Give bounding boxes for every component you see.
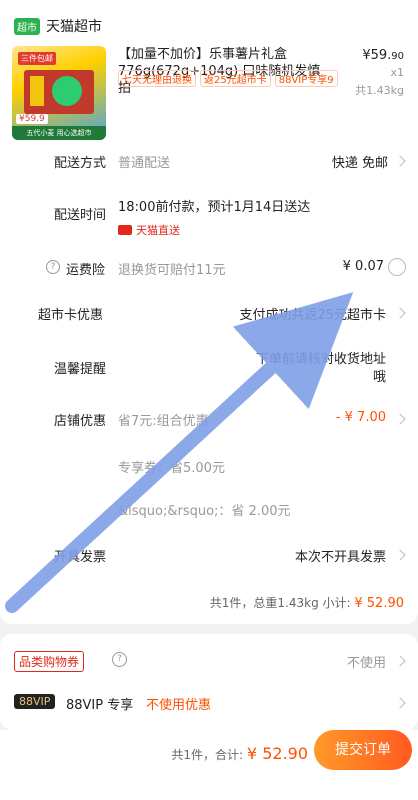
delivery-method-value[interactable]: 快递 免邮 — [332, 152, 388, 171]
thumb-slogan: 五代小麦 用心选超市 — [12, 126, 106, 140]
product-tags: 七天无理由退换 返25元超市卡 88VIP专享9 — [118, 70, 338, 87]
benefits-card — [0, 634, 418, 730]
help-icon[interactable]: ? — [46, 260, 60, 274]
shop-discount-sub2: &lsquo;&rsquo;：省 2.00元 — [118, 504, 291, 519]
product-price: ¥59.90 — [362, 48, 404, 63]
shop-discount-desc: 省7元:组合优惠 — [118, 414, 209, 429]
product-price-decimal: 90 — [391, 51, 404, 62]
vip-label: 88VIP 专享 — [66, 698, 134, 713]
shop-discount-value[interactable]: - ¥ 7.00 — [336, 410, 386, 425]
insurance-radio[interactable] — [388, 258, 406, 276]
tmall-direct-badge: 天猫直送 — [118, 222, 180, 238]
voucher-tag: 品类购物券 — [14, 651, 85, 672]
insurance-label: 运费险 — [66, 263, 106, 278]
truck-icon — [118, 225, 132, 235]
store-badge: 超市 — [14, 17, 40, 35]
invoice-label: 开具发票 — [54, 550, 107, 565]
thumb-tag: 三件包邮 — [18, 52, 56, 65]
reminder-line1: 下单前请核对收货地址 — [255, 352, 386, 367]
shop-discount-sub1: 专享券：省5.00元 — [118, 461, 225, 476]
insurance-value: ¥ 0.07 — [342, 259, 384, 274]
checkout-count: 共1件，合计: — [171, 748, 244, 762]
product-quantity: x1 — [390, 66, 404, 79]
order-summary: 共1件，总重1.43kg 小计: ¥ 52.90 — [210, 594, 404, 611]
delivery-method-type: 普通配送 — [118, 156, 171, 171]
store-header[interactable]: 超市 天猫超市 — [14, 16, 102, 36]
product-thumbnail[interactable]: 三件包邮 ¥59.9 五代小麦 用心选超市 — [12, 46, 106, 140]
card-promo-label: 超市卡优惠 — [38, 308, 104, 323]
product-tag: 七天无理由退换 — [118, 70, 196, 87]
reminder-line2: 哦 — [372, 370, 386, 385]
shop-discount-label: 店铺优惠 — [54, 414, 107, 429]
summary-text: 共1件，总重1.43kg 小计: — [209, 596, 351, 610]
help-icon[interactable]: ? — [112, 652, 127, 667]
reminder-label: 温馨提醒 — [54, 362, 107, 377]
delivery-method-label: 配送方式 — [54, 156, 107, 171]
vip-value[interactable]: 不使用优惠 — [146, 694, 211, 713]
product-box-image — [24, 70, 94, 114]
checkout-amount: ¥ 52.90 — [246, 744, 308, 763]
product-tag: 返25元超市卡 — [200, 70, 271, 87]
summary-amount: ¥ 52.90 — [354, 596, 404, 611]
invoice-value[interactable]: 本次不开具发票 — [295, 546, 386, 565]
store-name: 天猫超市 — [46, 19, 102, 35]
thumb-price: ¥59.9 — [16, 114, 48, 124]
vip-badge: 88VIP — [14, 694, 56, 709]
voucher-value[interactable]: 不使用 — [347, 652, 386, 671]
delivery-time-value: 18:00前付款，预计1月14日送达 — [118, 200, 311, 215]
product-price-main: ¥59. — [362, 48, 392, 63]
tmall-direct-label: 天猫直送 — [136, 224, 180, 237]
insurance-desc: 退换货可赔付11元 — [118, 263, 226, 278]
delivery-time-label: 配送时间 — [54, 208, 107, 223]
submit-order-button[interactable]: 提交订单 — [314, 730, 412, 770]
product-weight: 共1.43kg — [355, 84, 404, 97]
checkout-total: 共1件，合计: ¥ 52.90 — [171, 744, 308, 763]
product-tag: 88VIP专享9 — [274, 70, 338, 87]
card-promo-value[interactable]: 支付成功共返25元超市卡 — [239, 304, 386, 323]
